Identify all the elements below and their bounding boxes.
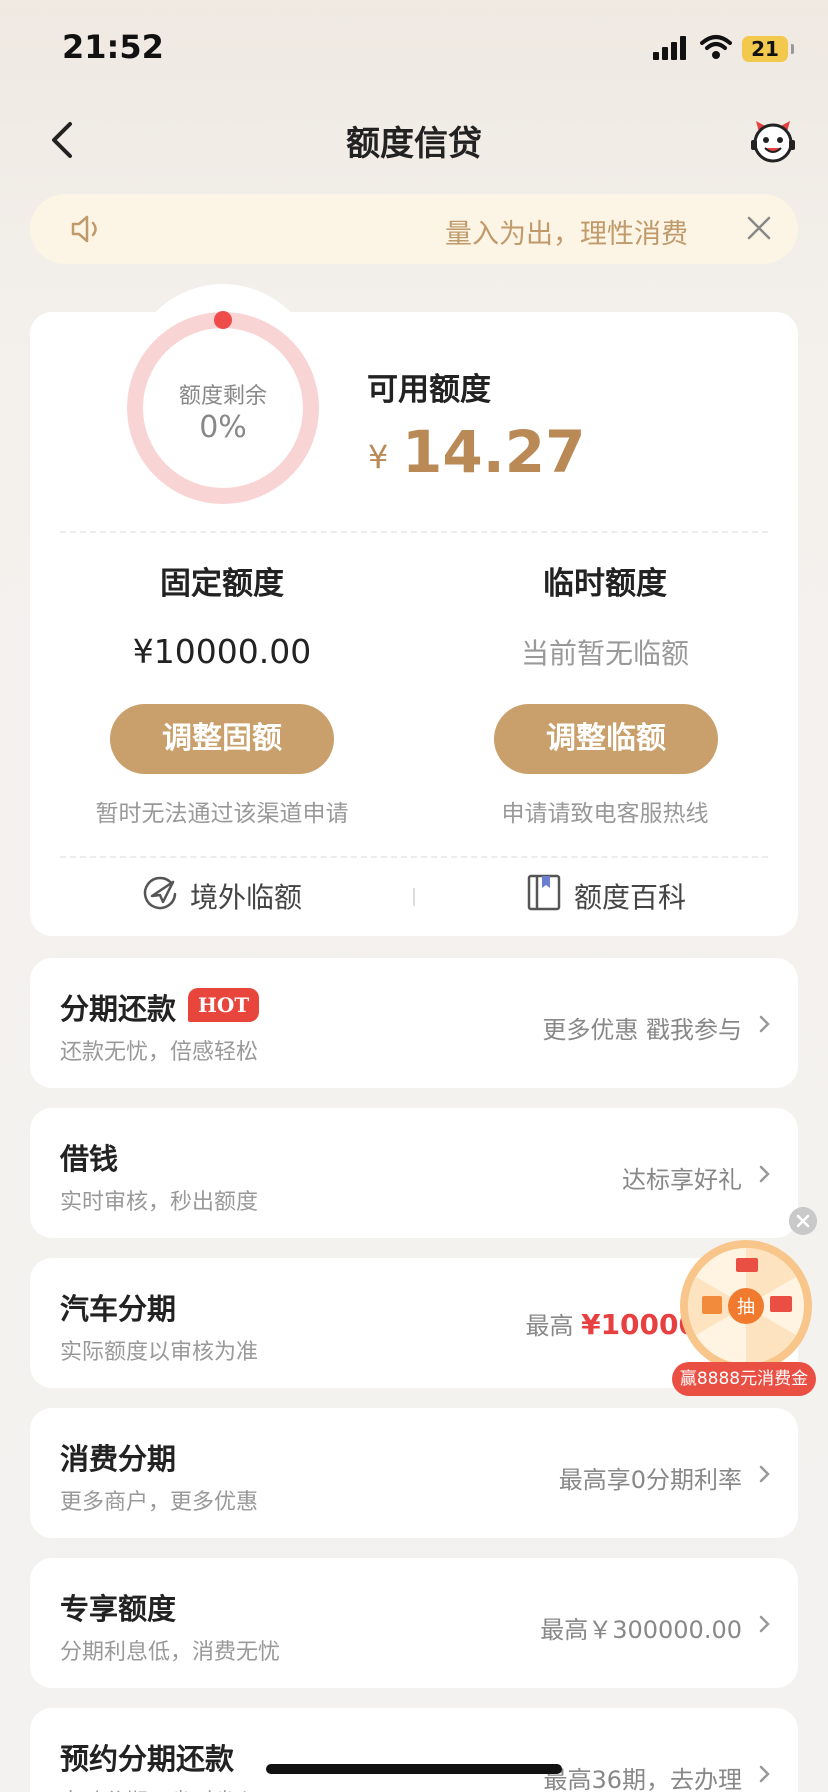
available-credit-amount: 14.27 xyxy=(402,418,586,486)
fixed-credit-value: ¥10000.00 xyxy=(132,632,312,671)
customer-service-mascot-icon[interactable] xyxy=(750,118,796,164)
plane-icon xyxy=(143,876,177,910)
temporary-credit-value: 当前暂无临额 xyxy=(520,637,689,670)
hot-badge: HOT xyxy=(188,988,260,1022)
temporary-credit-title: 临时额度 xyxy=(543,566,667,602)
item-promo: 达标享好礼 xyxy=(622,1166,742,1194)
page-title: 额度信贷 xyxy=(346,124,482,164)
book-icon xyxy=(527,874,561,911)
ring-label: 额度剩余 xyxy=(178,384,267,409)
item-promo: 更多优惠 戳我参与 xyxy=(542,1016,742,1044)
service-consumer-installment[interactable]: 消费分期 更多商户，更多优惠 最高享0分期利率 xyxy=(30,1408,798,1538)
item-subtitle: 实际额度以审核为准 xyxy=(60,1340,259,1365)
chevron-right-icon xyxy=(759,1765,770,1783)
item-title: 消费分期 xyxy=(60,1442,177,1476)
item-title: 汽车分期 xyxy=(60,1292,177,1326)
item-subtitle: 自动分期，省时省心 xyxy=(60,1784,258,1792)
item-subtitle: 实时审核，秒出额度 xyxy=(60,1190,259,1215)
divider xyxy=(60,531,768,533)
ring-value: 0% xyxy=(199,410,247,445)
adjust-fixed-credit-button[interactable]: 调整固额 xyxy=(110,704,334,774)
item-promo: 最高￥300000.00 xyxy=(540,1616,742,1644)
vertical-divider xyxy=(413,888,415,906)
chevron-right-icon xyxy=(759,1465,770,1483)
item-title: 预约分期还款 xyxy=(60,1742,235,1776)
divider xyxy=(60,856,768,858)
item-subtitle: 分期利息低，消费无忧 xyxy=(60,1640,281,1665)
notice-text: 量入为出，理性消费 xyxy=(445,219,688,250)
item-title: 专享额度 xyxy=(60,1592,177,1626)
status-bar: 21:52 21 xyxy=(0,0,828,100)
lucky-wheel-tag[interactable]: 赢8888元消费金 xyxy=(672,1362,816,1396)
item-promo: 最高 ¥10000 xyxy=(525,1306,698,1341)
chevron-right-icon xyxy=(759,1165,770,1183)
service-exclusive-credit[interactable]: 专享额度 分期利息低，消费无忧 最高￥300000.00 xyxy=(30,1558,798,1688)
max-prefix: 最高 xyxy=(525,1312,574,1340)
available-credit-label: 可用额度 xyxy=(367,372,491,408)
battery-icon: 21 xyxy=(742,36,788,62)
chevron-right-icon xyxy=(759,1615,770,1633)
ring-progress-dot xyxy=(214,311,232,329)
item-promo: 最高36期，去办理 xyxy=(543,1766,742,1792)
link-label: 境外临额 xyxy=(190,881,303,914)
available-currency: ¥ xyxy=(368,438,389,476)
adjust-temporary-credit-button[interactable]: 调整临额 xyxy=(494,704,718,774)
wheel-center-label: 抽 xyxy=(737,1297,755,1318)
item-title: 借钱 xyxy=(60,1142,119,1176)
home-indicator xyxy=(266,1764,562,1774)
item-subtitle: 更多商户，更多优惠 xyxy=(60,1490,259,1515)
fixed-credit-title: 固定额度 xyxy=(160,566,284,602)
close-wheel-icon[interactable] xyxy=(789,1207,817,1235)
service-installment-repayment[interactable]: 分期还款 HOT 还款无忧，倍感轻松 更多优惠 戳我参与 xyxy=(30,958,798,1088)
lucky-wheel-icon[interactable]: 抽 xyxy=(678,1238,814,1374)
item-title: 分期还款 xyxy=(60,992,177,1026)
item-promo: 最高享0分期利率 xyxy=(558,1466,742,1494)
nav-bar: 额度信贷 xyxy=(0,100,828,180)
link-label: 额度百科 xyxy=(574,881,687,914)
speaker-icon xyxy=(71,215,97,243)
item-subtitle: 还款无忧，倍感轻松 xyxy=(60,1040,259,1065)
service-scheduled-installment[interactable]: 预约分期还款 自动分期，省时省心 最高36期，去办理 xyxy=(30,1708,798,1792)
status-time: 21:52 xyxy=(62,28,164,66)
chevron-right-icon xyxy=(759,1015,770,1033)
fixed-credit-note: 暂时无法通过该渠道申请 xyxy=(95,801,349,827)
wifi-icon xyxy=(700,35,732,59)
temporary-credit-note: 申请请致电客服热线 xyxy=(501,801,709,827)
battery-tip xyxy=(791,44,794,54)
notice-banner: 量入为出，理性消费 xyxy=(30,194,798,264)
close-icon[interactable] xyxy=(745,214,773,242)
service-borrow-money[interactable]: 借钱 实时审核，秒出额度 达标享好礼 xyxy=(30,1108,798,1238)
cellular-signal-icon xyxy=(653,36,687,60)
